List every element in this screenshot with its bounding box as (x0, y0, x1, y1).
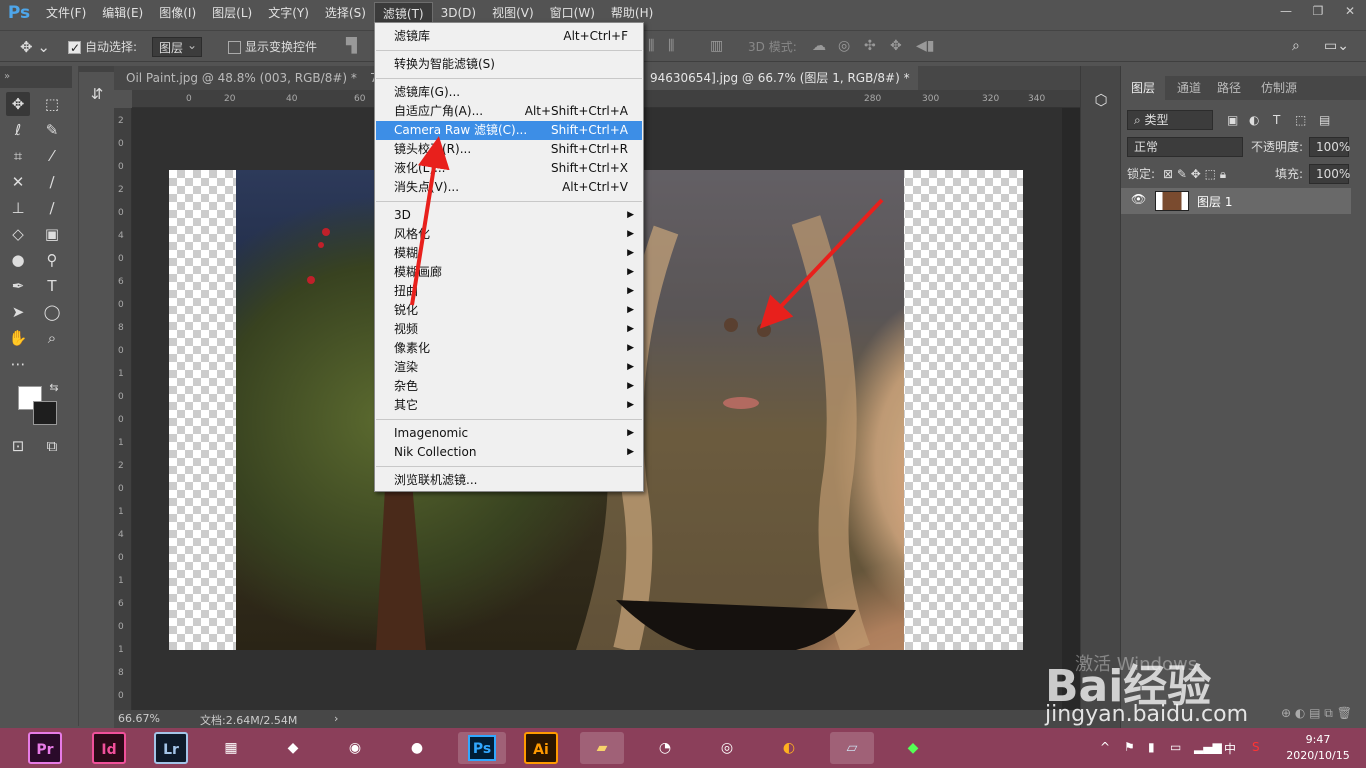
lock-label: 锁定: (1127, 167, 1156, 181)
arrow-to-face (759, 198, 884, 329)
layer-name: 图层 1 (1197, 195, 1233, 209)
visibility-eye-icon[interactable]: 👁︎ (1131, 192, 1146, 206)
blend-mode-select[interactable]: 正常 (1127, 137, 1243, 157)
network-icon[interactable]: ▭ (1170, 740, 1181, 754)
tab-paths[interactable]: 路径 (1207, 76, 1251, 100)
illustrator-app[interactable]: Ai (524, 732, 558, 764)
tab-clone-source[interactable]: 仿制源 (1251, 76, 1307, 100)
taskbar: Pr Id Lr ▦ ◆ ◉ ● Ps Ai ▰ ◔ ◎ ◐ ▱ ◆ ^ ⚑ ▮… (0, 728, 1366, 768)
media-app-icon[interactable]: ◐ (772, 732, 806, 764)
photoshop-taskbar-item[interactable]: Ps (458, 732, 506, 764)
lock-pixels-icon[interactable]: ⊠ ✎ ✥ ⬚ 🔒︎ (1163, 164, 1226, 184)
green-app-icon[interactable]: ◆ (896, 732, 930, 764)
signal-icon[interactable]: ▂▄▆ (1194, 740, 1222, 754)
layer-kind-label: 类型 (1144, 113, 1169, 127)
layer-kind-filter[interactable]: ⌕ 类型 (1127, 110, 1213, 130)
collapsed-panel-dock: ⬡ (1080, 66, 1120, 728)
flag-icon[interactable]: ⚑ (1124, 740, 1135, 754)
layers-panel-tabs: 图层 通道 路径 仿制源 (1121, 76, 1366, 100)
file-explorer-icon[interactable]: ▰ (580, 732, 624, 764)
photoshop-taskbar-label: Ps (468, 735, 496, 761)
clock-date: 2020/10/15 (1286, 749, 1350, 762)
color-app-icon[interactable]: ◆ (276, 732, 310, 764)
opacity-label: 不透明度: (1251, 140, 1304, 154)
opacity-input[interactable]: 100% (1309, 137, 1350, 157)
indesign-app[interactable]: Id (92, 732, 126, 764)
panel-footer-icons[interactable]: ⊕ ◐ ▤ ⧉ 🗑︎ (1281, 706, 1352, 721)
3d-panel-icon[interactable]: ⬡ (1089, 88, 1113, 112)
battery-icon[interactable]: ▮ (1148, 740, 1155, 754)
filter-adjust-icon[interactable]: ◐ (1249, 110, 1259, 130)
ime-indicator[interactable]: 中 (1224, 740, 1236, 757)
lightroom-app[interactable]: Lr (154, 732, 188, 764)
browser-icon[interactable]: ◔ (648, 732, 682, 764)
fill-input[interactable]: 100% (1309, 164, 1350, 184)
chrome-icon[interactable]: ◎ (710, 732, 744, 764)
fill-label: 填充: (1275, 167, 1304, 181)
qq-icon[interactable]: ● (400, 732, 434, 764)
clock-time: 9:47 (1305, 733, 1331, 746)
filter-pixel-icon[interactable]: ▣ (1227, 110, 1238, 130)
tab-channels[interactable]: 通道 (1167, 76, 1211, 100)
layer-thumbnail (1155, 191, 1189, 211)
filter-smart-icon[interactable]: ▤ (1319, 110, 1330, 130)
filter-shape-icon[interactable]: ⬚ (1295, 110, 1306, 130)
sogou-icon[interactable]: S (1252, 740, 1260, 754)
premiere-app[interactable]: Pr (28, 732, 62, 764)
tab-layers[interactable]: 图层 (1121, 76, 1166, 100)
layer-row[interactable]: 👁︎ 图层 1 (1121, 188, 1351, 214)
notes-app-icon[interactable]: ▱ (830, 732, 874, 764)
chat-app-icon[interactable]: ◉ (338, 732, 372, 764)
system-clock[interactable]: 9:47 2020/10/15 (1278, 732, 1358, 764)
video-app-icon[interactable]: ▦ (214, 732, 248, 764)
arrow-to-camera-raw (410, 136, 450, 306)
layers-panel: 图层 通道 路径 仿制源 ⌕ 类型 ▣ ◐ T ⬚ ▤ 正常 不透明度: 100… (1120, 66, 1366, 728)
filter-type-icon[interactable]: T (1273, 110, 1280, 130)
tray-expand-icon[interactable]: ^ (1100, 740, 1110, 754)
